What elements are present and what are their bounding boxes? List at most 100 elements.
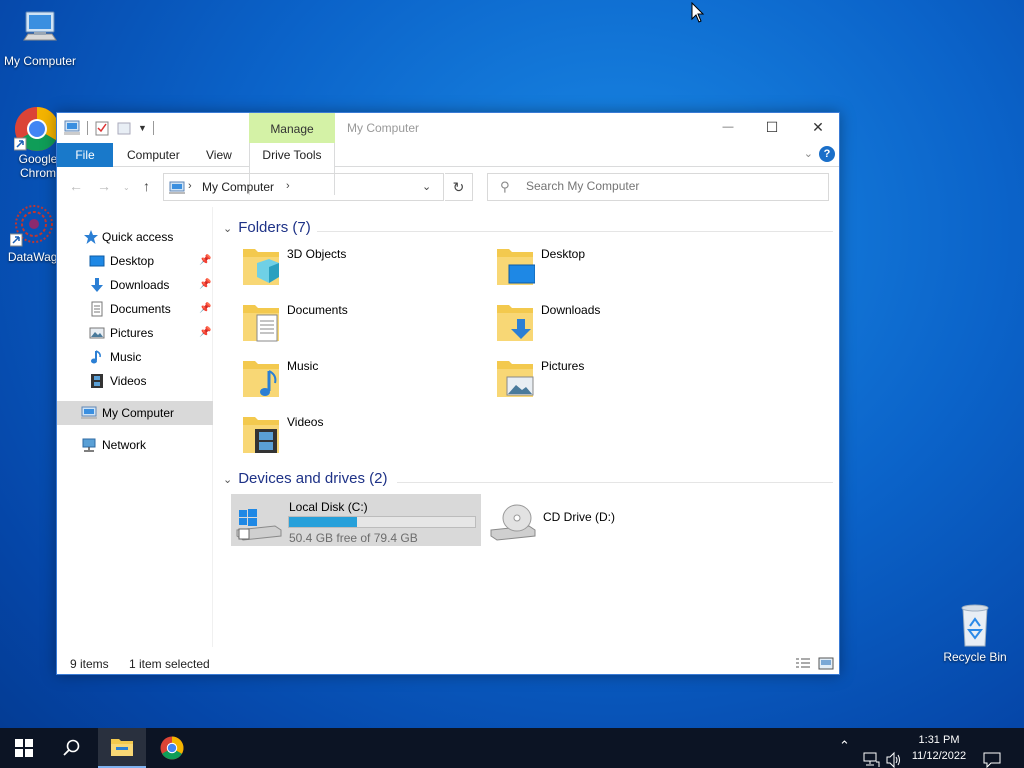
pin-icon: 📌 bbox=[199, 303, 212, 314]
desktop-folder-icon bbox=[89, 255, 105, 267]
search-button[interactable] bbox=[48, 728, 96, 768]
drive-usage-bar bbox=[288, 516, 476, 528]
folder-desktop-icon bbox=[497, 249, 535, 285]
pin-icon: 📌 bbox=[199, 327, 212, 338]
customize-qat-icon[interactable]: ▼ bbox=[138, 123, 147, 133]
nav-documents[interactable]: Documents 📌 bbox=[57, 297, 213, 321]
folder-videos-icon bbox=[243, 417, 279, 453]
network-status-icon[interactable] bbox=[862, 740, 880, 768]
notifications-icon[interactable] bbox=[983, 740, 1001, 768]
folder-downloads[interactable]: Downloads bbox=[483, 295, 733, 347]
nav-desktop[interactable]: Desktop 📌 bbox=[57, 249, 213, 273]
breadcrumb[interactable]: My Computer bbox=[202, 180, 274, 194]
address-bar[interactable]: › My Computer › ⌄ bbox=[163, 173, 444, 201]
drive-usage-fill bbox=[289, 517, 357, 527]
address-dropdown-icon[interactable]: ⌄ bbox=[422, 180, 431, 193]
taskbar-clock[interactable]: 1:31 PM 11/12/2022 bbox=[900, 732, 978, 764]
expand-ribbon-icon[interactable]: ⌄ bbox=[804, 147, 813, 160]
breadcrumb-chevron-icon[interactable]: › bbox=[188, 180, 192, 192]
folder-label: Desktop bbox=[541, 247, 586, 261]
navigation-pane: Quick access Desktop 📌 Downloads 📌 Docum… bbox=[57, 207, 213, 647]
chrome-icon bbox=[14, 107, 59, 151]
desktop-icon-recycle-bin[interactable]: Recycle Bin bbox=[935, 602, 1015, 664]
nav-my-computer[interactable]: My Computer bbox=[57, 401, 213, 425]
drive-cd-d[interactable]: CD Drive (D:) bbox=[485, 494, 735, 546]
nav-label: Music bbox=[110, 350, 142, 364]
folder-music[interactable]: Music bbox=[229, 351, 479, 403]
properties-icon[interactable] bbox=[94, 120, 110, 136]
nav-label: Desktop bbox=[110, 254, 155, 268]
nav-quick-access[interactable]: Quick access bbox=[57, 225, 213, 249]
manage-context-tab[interactable]: Manage bbox=[249, 113, 335, 143]
new-folder-icon[interactable] bbox=[116, 120, 132, 136]
folder-3d-objects-icon bbox=[243, 249, 279, 285]
search-input[interactable] bbox=[526, 179, 816, 193]
videos-icon bbox=[91, 374, 103, 388]
nav-label: Quick access bbox=[102, 230, 174, 244]
cd-drive-icon bbox=[490, 504, 536, 541]
nav-network[interactable]: Network bbox=[57, 433, 213, 457]
nav-music[interactable]: Music bbox=[57, 345, 213, 369]
folder-documents[interactable]: Documents bbox=[229, 295, 479, 347]
tab-view[interactable]: View bbox=[192, 143, 246, 167]
taskbar: ⌃ 1:31 PM 11/12/2022 bbox=[0, 728, 1024, 768]
search-box[interactable]: ⚲ bbox=[487, 173, 829, 201]
clock-time: 1:31 PM bbox=[918, 734, 960, 746]
up-icon[interactable]: ↑ bbox=[143, 178, 150, 194]
recent-locations-icon[interactable]: ⌄ bbox=[123, 183, 130, 192]
nav-label: Downloads bbox=[110, 278, 170, 292]
close-button[interactable]: ✕ bbox=[795, 113, 841, 141]
collapse-chevron-icon[interactable]: ⌄ bbox=[223, 474, 232, 486]
documents-icon bbox=[91, 301, 103, 317]
title-bar[interactable]: ▼ Manage My Computer — ☐ ✕ bbox=[57, 113, 839, 143]
refresh-button[interactable]: ↻ bbox=[445, 173, 473, 201]
group-title: Folders (7) bbox=[238, 219, 311, 236]
pin-icon: 📌 bbox=[199, 279, 212, 290]
desktop-icon-my-computer[interactable]: My Computer bbox=[0, 10, 80, 68]
nav-label: My Computer bbox=[102, 406, 175, 420]
clock-date: 11/12/2022 bbox=[911, 750, 967, 762]
drives-group-header[interactable]: ⌄ Devices and drives (2) bbox=[223, 470, 387, 492]
taskbar-file-explorer[interactable] bbox=[98, 728, 146, 768]
large-icons-view-icon[interactable] bbox=[818, 657, 834, 670]
nav-videos[interactable]: Videos bbox=[57, 369, 213, 393]
folder-label: Videos bbox=[287, 415, 324, 429]
help-icon[interactable]: ? bbox=[819, 146, 835, 162]
folder-3d-objects[interactable]: 3D Objects bbox=[229, 239, 479, 291]
folder-pictures[interactable]: Pictures bbox=[483, 351, 733, 403]
start-button[interactable] bbox=[0, 728, 48, 768]
taskbar-chrome[interactable] bbox=[148, 728, 196, 768]
show-hidden-icons-icon[interactable]: ⌃ bbox=[839, 738, 850, 768]
windows-drive-icon bbox=[236, 509, 282, 541]
recycle-bin-icon bbox=[961, 604, 989, 647]
folder-label: Music bbox=[287, 359, 319, 373]
nav-label: Documents bbox=[110, 302, 171, 316]
file-explorer-icon bbox=[111, 739, 133, 756]
music-icon bbox=[91, 350, 101, 364]
details-view-icon[interactable] bbox=[795, 657, 811, 670]
drive-label: CD Drive (D:) bbox=[543, 510, 615, 524]
explorer-window: ▼ Manage My Computer — ☐ ✕ File Computer… bbox=[56, 112, 840, 675]
search-icon bbox=[63, 739, 80, 756]
back-icon[interactable]: ← bbox=[69, 178, 83, 194]
downloads-icon bbox=[91, 278, 103, 292]
minimize-button[interactable]: — bbox=[705, 113, 751, 141]
tab-file[interactable]: File bbox=[57, 143, 113, 167]
folder-downloads-icon bbox=[497, 305, 533, 341]
forward-icon[interactable]: → bbox=[97, 178, 111, 194]
folder-music-icon bbox=[243, 361, 279, 397]
computer-icon[interactable] bbox=[63, 120, 81, 136]
folders-group-header[interactable]: ⌄ Folders (7) bbox=[223, 219, 311, 241]
maximize-button[interactable]: ☐ bbox=[749, 113, 795, 141]
breadcrumb-chevron-icon[interactable]: › bbox=[286, 180, 290, 192]
nav-downloads[interactable]: Downloads 📌 bbox=[57, 273, 213, 297]
separator bbox=[152, 121, 154, 135]
drive-local-disk-c[interactable]: Local Disk (C:) 50.4 GB free of 79.4 GB bbox=[231, 494, 481, 546]
folder-videos[interactable]: Videos bbox=[229, 407, 479, 459]
datawago-icon bbox=[10, 205, 53, 247]
desktop-icon-label: Recycle Bin bbox=[943, 650, 1007, 664]
folder-desktop[interactable]: Desktop bbox=[483, 239, 733, 291]
nav-pictures[interactable]: Pictures 📌 bbox=[57, 321, 213, 345]
collapse-chevron-icon[interactable]: ⌄ bbox=[223, 223, 232, 235]
tab-computer[interactable]: Computer bbox=[113, 143, 194, 167]
